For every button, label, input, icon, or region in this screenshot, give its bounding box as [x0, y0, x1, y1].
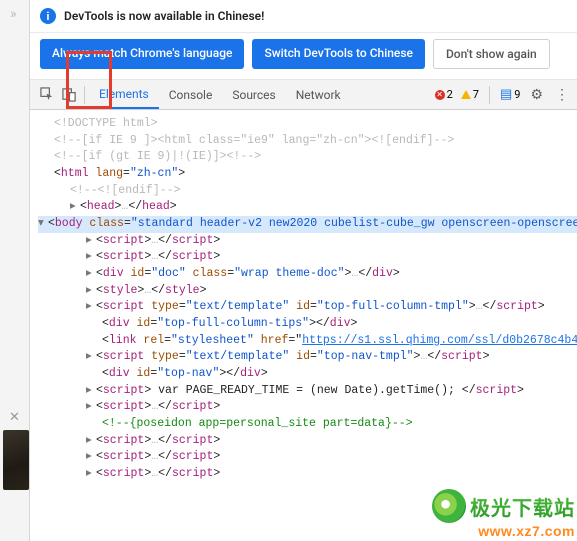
comment-node[interactable]: <!--<![endif]-->	[38, 183, 577, 200]
language-infobar: i DevTools is now available in Chinese!	[30, 0, 577, 33]
script-element[interactable]: <script>…</script>	[38, 433, 577, 450]
watermark-logo-icon	[432, 489, 466, 523]
tab-elements[interactable]: Elements	[89, 80, 159, 109]
expand-arrow-icon[interactable]	[86, 449, 96, 466]
more-options-icon[interactable]: ⋮	[551, 87, 573, 103]
doctype-node[interactable]: <!DOCTYPE html>	[38, 116, 577, 133]
expand-arrow-icon[interactable]	[86, 399, 96, 416]
device-toolbar-icon[interactable]	[58, 80, 80, 109]
infobar-text: DevTools is now available in Chinese!	[64, 9, 264, 23]
watermark: 极光下载站 www.xz7.com	[432, 489, 575, 539]
always-match-button[interactable]: Always match Chrome's language	[40, 39, 244, 69]
script-element[interactable]: <script> var PAGE_READY_TIME = (new Date…	[38, 383, 577, 400]
script-template-element[interactable]: <script type="text/template" id="top-ful…	[38, 299, 577, 316]
script-element[interactable]: <script>…</script>	[38, 449, 577, 466]
div-element[interactable]: <div id="doc" class="wrap theme-doc">…</…	[38, 266, 577, 283]
stylesheet-link[interactable]: https://s1.ssl.qhimg.com/ssl/d0b2678c4b4…	[302, 334, 577, 347]
expand-arrow-icon[interactable]	[86, 466, 96, 483]
html-element[interactable]: <html lang="zh-cn">	[38, 166, 577, 183]
inspect-element-icon[interactable]	[36, 80, 58, 109]
script-element[interactable]: <script>…</script>	[38, 249, 577, 266]
page-thumbnail	[3, 430, 29, 490]
script-element[interactable]: <script>…</script>	[38, 233, 577, 250]
issues-count[interactable]: ▤9	[498, 87, 522, 102]
watermark-url: www.xz7.com	[432, 523, 575, 539]
separator	[84, 86, 85, 104]
summary-chevron-icon: »	[10, 6, 17, 22]
div-element[interactable]: <div id="top-full-column-tips"></div>	[38, 316, 577, 333]
expand-arrow-icon[interactable]	[86, 299, 96, 316]
body-element-selected[interactable]: <body class="standard header-v2 new2020 …	[38, 216, 577, 233]
switch-chinese-button[interactable]: Switch DevTools to Chinese	[252, 39, 425, 69]
expand-arrow-icon[interactable]	[86, 233, 96, 250]
warning-count[interactable]: 7	[459, 88, 481, 101]
expand-arrow-icon[interactable]	[86, 283, 96, 300]
div-element[interactable]: <div id="top-nav"></div>	[38, 366, 577, 383]
collapse-arrow-icon[interactable]	[38, 216, 48, 233]
expand-arrow-icon[interactable]	[86, 249, 96, 266]
expand-arrow-icon[interactable]	[86, 349, 96, 366]
script-element[interactable]: <script>…</script>	[38, 399, 577, 416]
info-icon: i	[40, 8, 56, 24]
comment-node[interactable]: <!--[if (gt IE 9)|!(IE)]><!-->	[38, 149, 577, 166]
script-template-element[interactable]: <script type="text/template" id="top-nav…	[38, 349, 577, 366]
dom-tree[interactable]: <!DOCTYPE html> <!--[if IE 9 ]><html cla…	[30, 110, 577, 489]
comment-node[interactable]: <!--[if IE 9 ]><html class="ie9" lang="z…	[38, 133, 577, 150]
style-element[interactable]: <style>…</style>	[38, 283, 577, 300]
dont-show-again-button[interactable]: Don't show again	[433, 39, 550, 69]
watermark-name: 极光下载站	[470, 492, 575, 521]
tab-network[interactable]: Network	[286, 80, 351, 109]
script-element[interactable]: <script>…</script>	[38, 466, 577, 483]
expand-arrow-icon[interactable]	[70, 199, 80, 216]
expand-arrow-icon[interactable]	[86, 433, 96, 450]
tab-sources[interactable]: Sources	[222, 80, 285, 109]
error-count[interactable]: ✕2	[433, 88, 455, 101]
link-element[interactable]: <link rel="stylesheet" href="https://s1.…	[38, 333, 577, 350]
expand-arrow-icon[interactable]	[86, 383, 96, 400]
head-element[interactable]: <head>…</head>	[38, 199, 577, 216]
settings-gear-icon[interactable]: ⚙	[526, 87, 547, 103]
comment-node[interactable]: <!--{poseidon app=personal_site part=dat…	[38, 416, 577, 433]
close-icon[interactable]: ✕	[9, 410, 20, 425]
expand-arrow-icon[interactable]	[86, 266, 96, 283]
tab-console[interactable]: Console	[159, 80, 223, 109]
separator	[489, 86, 490, 104]
